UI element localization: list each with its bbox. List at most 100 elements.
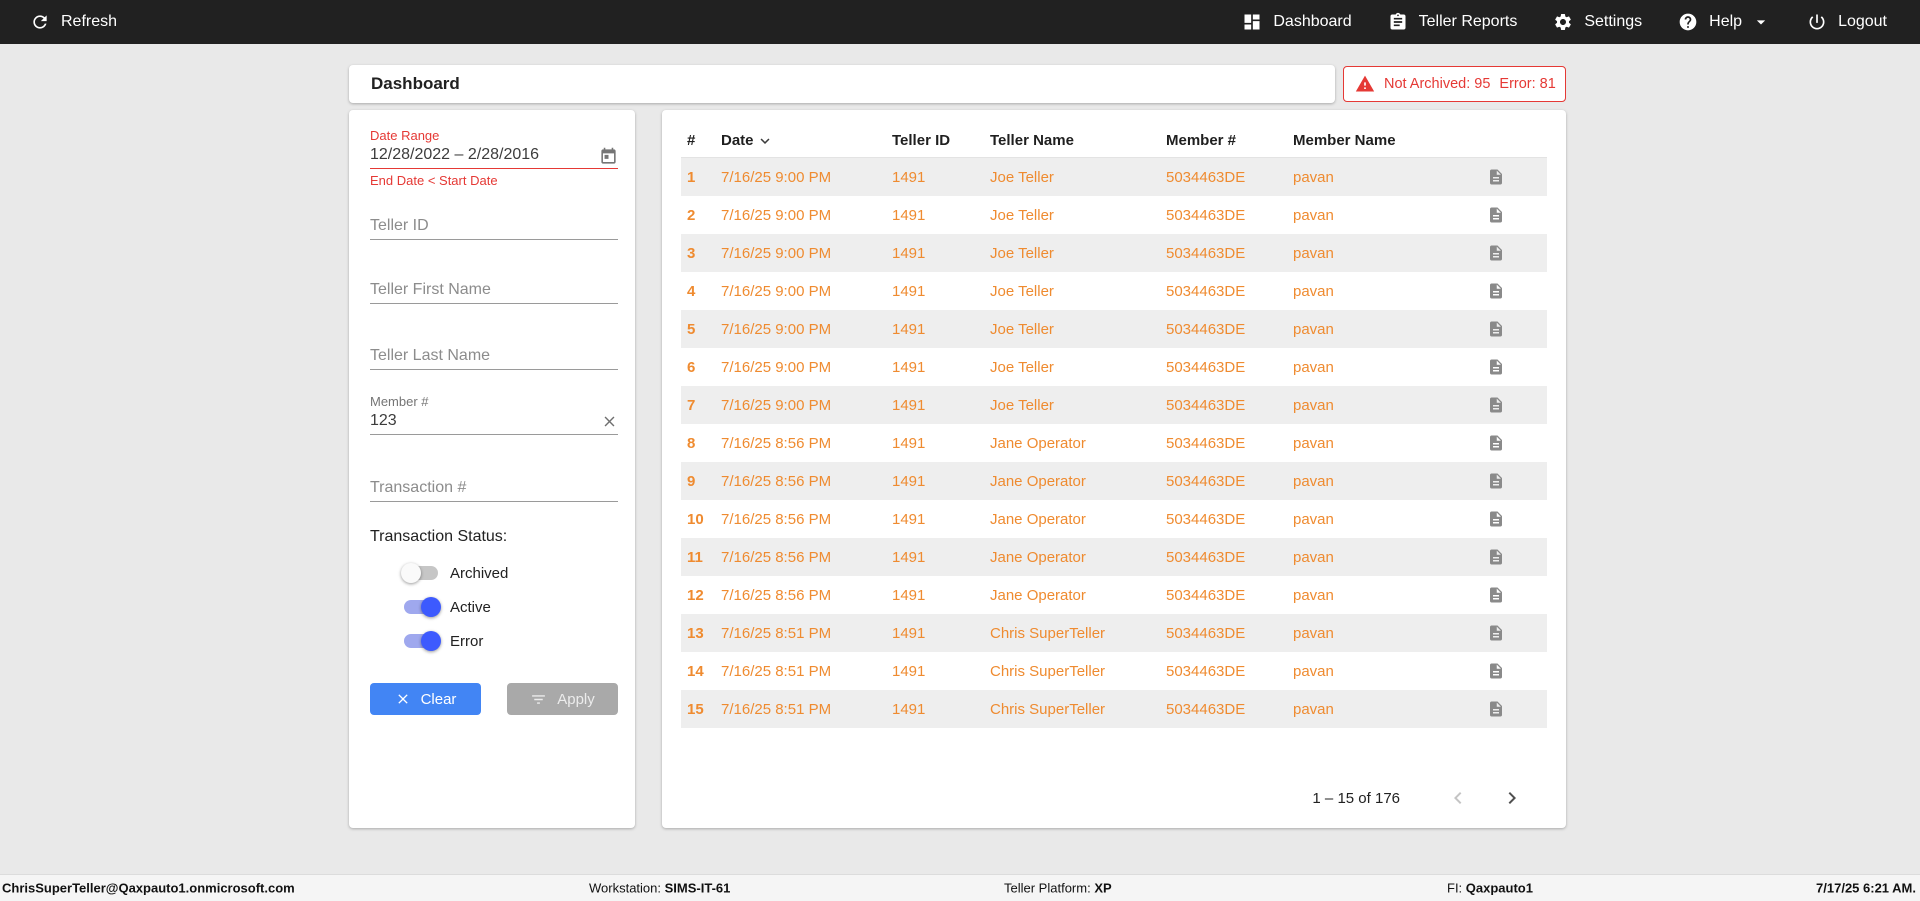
date-range-input[interactable] bbox=[370, 143, 618, 169]
note-icon[interactable] bbox=[1477, 510, 1547, 528]
nav-help[interactable]: Help bbox=[1678, 12, 1771, 32]
row-member-name: pavan bbox=[1293, 207, 1477, 224]
note-icon[interactable] bbox=[1477, 320, 1547, 338]
note-icon[interactable] bbox=[1477, 282, 1547, 300]
warning-icon bbox=[1355, 74, 1375, 94]
apply-button[interactable]: Apply bbox=[507, 683, 618, 715]
row-teller-id: 1491 bbox=[892, 359, 990, 376]
note-icon[interactable] bbox=[1477, 358, 1547, 376]
note-icon[interactable] bbox=[1477, 396, 1547, 414]
table-row[interactable]: 127/16/25 8:56 PM1491Jane Operator503446… bbox=[681, 576, 1547, 614]
toggle-active-label: Active bbox=[450, 599, 491, 616]
note-icon[interactable] bbox=[1477, 624, 1547, 642]
table-row[interactable]: 147/16/25 8:51 PM1491Chris SuperTeller50… bbox=[681, 652, 1547, 690]
note-icon[interactable] bbox=[1477, 548, 1547, 566]
workstation-info: Workstation: SIMS-IT-61 bbox=[589, 881, 730, 896]
row-teller-id: 1491 bbox=[892, 435, 990, 452]
table-row[interactable]: 27/16/25 9:00 PM1491Joe Teller5034463DEp… bbox=[681, 196, 1547, 234]
member-number-input[interactable] bbox=[370, 409, 618, 435]
teller-platform-label: Teller Platform: bbox=[1004, 881, 1091, 896]
row-number: 1 bbox=[681, 169, 721, 186]
transaction-number-input[interactable] bbox=[370, 476, 618, 502]
refresh-label: Refresh bbox=[61, 13, 117, 31]
row-teller-name: Chris SuperTeller bbox=[990, 625, 1166, 642]
note-icon[interactable] bbox=[1477, 244, 1547, 262]
row-number: 4 bbox=[681, 283, 721, 300]
table-row[interactable]: 67/16/25 9:00 PM1491Joe Teller5034463DEp… bbox=[681, 348, 1547, 386]
table-row[interactable]: 117/16/25 8:56 PM1491Jane Operator503446… bbox=[681, 538, 1547, 576]
toggle-active[interactable]: Active bbox=[404, 594, 618, 620]
fi-value: Qaxpauto1 bbox=[1466, 881, 1533, 896]
row-date: 7/16/25 8:51 PM bbox=[721, 663, 892, 680]
table-row[interactable]: 17/16/25 9:00 PM1491Joe Teller5034463DEp… bbox=[681, 158, 1547, 196]
calendar-icon[interactable] bbox=[599, 147, 618, 171]
toggle-archived-label: Archived bbox=[450, 565, 508, 582]
fi-info: FI: Qaxpauto1 bbox=[1447, 881, 1533, 896]
teller-last-name-field bbox=[370, 344, 618, 370]
refresh-button[interactable]: Refresh bbox=[30, 12, 117, 32]
pagination-prev-button[interactable] bbox=[1446, 786, 1470, 810]
note-icon[interactable] bbox=[1477, 434, 1547, 452]
row-date: 7/16/25 9:00 PM bbox=[721, 359, 892, 376]
table-row[interactable]: 47/16/25 9:00 PM1491Joe Teller5034463DEp… bbox=[681, 272, 1547, 310]
nav-settings[interactable]: Settings bbox=[1553, 12, 1642, 32]
row-teller-id: 1491 bbox=[892, 473, 990, 490]
table-row[interactable]: 57/16/25 9:00 PM1491Joe Teller5034463DEp… bbox=[681, 310, 1547, 348]
row-date: 7/16/25 9:00 PM bbox=[721, 207, 892, 224]
note-icon[interactable] bbox=[1477, 472, 1547, 490]
row-member-number: 5034463DE bbox=[1166, 587, 1293, 604]
nav-help-label: Help bbox=[1709, 13, 1742, 31]
reports-icon bbox=[1388, 12, 1408, 32]
teller-id-input[interactable] bbox=[370, 214, 618, 240]
table-header-row: # Date Teller ID Teller Name Member # Me… bbox=[681, 124, 1547, 158]
toggle-error[interactable]: Error bbox=[404, 628, 618, 654]
teller-last-name-input[interactable] bbox=[370, 344, 618, 370]
table-row[interactable]: 87/16/25 8:56 PM1491Jane Operator5034463… bbox=[681, 424, 1547, 462]
row-teller-name: Joe Teller bbox=[990, 207, 1166, 224]
row-number: 7 bbox=[681, 397, 721, 414]
nav-logout[interactable]: Logout bbox=[1807, 12, 1887, 32]
transactions-table-card: # Date Teller ID Teller Name Member # Me… bbox=[662, 110, 1566, 828]
column-header-date[interactable]: Date bbox=[721, 132, 892, 150]
dashboard-icon bbox=[1242, 12, 1262, 32]
row-member-name: pavan bbox=[1293, 245, 1477, 262]
table-row[interactable]: 77/16/25 9:00 PM1491Joe Teller5034463DEp… bbox=[681, 386, 1547, 424]
row-number: 5 bbox=[681, 321, 721, 338]
row-date: 7/16/25 9:00 PM bbox=[721, 169, 892, 186]
table-body: 17/16/25 9:00 PM1491Joe Teller5034463DEp… bbox=[681, 158, 1547, 728]
row-number: 11 bbox=[681, 549, 721, 566]
clear-button[interactable]: Clear bbox=[370, 683, 481, 715]
note-icon[interactable] bbox=[1477, 662, 1547, 680]
toggle-archived[interactable]: Archived bbox=[404, 560, 618, 586]
clear-member-icon[interactable] bbox=[601, 413, 618, 435]
table-row[interactable]: 137/16/25 8:51 PM1491Chris SuperTeller50… bbox=[681, 614, 1547, 652]
row-teller-name: Joe Teller bbox=[990, 397, 1166, 414]
toggle-archived-track bbox=[404, 566, 438, 580]
pagination-next-button[interactable] bbox=[1500, 786, 1524, 810]
table-row[interactable]: 107/16/25 8:56 PM1491Jane Operator503446… bbox=[681, 500, 1547, 538]
current-datetime: 7/17/25 6:21 AM. bbox=[1816, 881, 1916, 896]
workstation-label: Workstation: bbox=[589, 881, 661, 896]
row-teller-name: Jane Operator bbox=[990, 549, 1166, 566]
note-icon[interactable] bbox=[1477, 168, 1547, 186]
row-date: 7/16/25 8:56 PM bbox=[721, 587, 892, 604]
note-icon[interactable] bbox=[1477, 586, 1547, 604]
note-icon[interactable] bbox=[1477, 700, 1547, 718]
row-date: 7/16/25 8:51 PM bbox=[721, 701, 892, 718]
nav-dashboard-label: Dashboard bbox=[1273, 13, 1351, 31]
table-row[interactable]: 97/16/25 8:56 PM1491Jane Operator5034463… bbox=[681, 462, 1547, 500]
nav-teller-reports[interactable]: Teller Reports bbox=[1388, 12, 1518, 32]
row-member-name: pavan bbox=[1293, 283, 1477, 300]
nav-logout-label: Logout bbox=[1838, 13, 1887, 31]
row-teller-name: Joe Teller bbox=[990, 169, 1166, 186]
table-row[interactable]: 37/16/25 9:00 PM1491Joe Teller5034463DEp… bbox=[681, 234, 1547, 272]
row-member-name: pavan bbox=[1293, 435, 1477, 452]
row-member-number: 5034463DE bbox=[1166, 435, 1293, 452]
teller-first-name-input[interactable] bbox=[370, 278, 618, 304]
table-row[interactable]: 157/16/25 8:51 PM1491Chris SuperTeller50… bbox=[681, 690, 1547, 728]
column-header-teller-name: Teller Name bbox=[990, 132, 1166, 149]
row-teller-name: Joe Teller bbox=[990, 359, 1166, 376]
nav-dashboard[interactable]: Dashboard bbox=[1242, 12, 1351, 32]
note-icon[interactable] bbox=[1477, 206, 1547, 224]
row-teller-id: 1491 bbox=[892, 283, 990, 300]
